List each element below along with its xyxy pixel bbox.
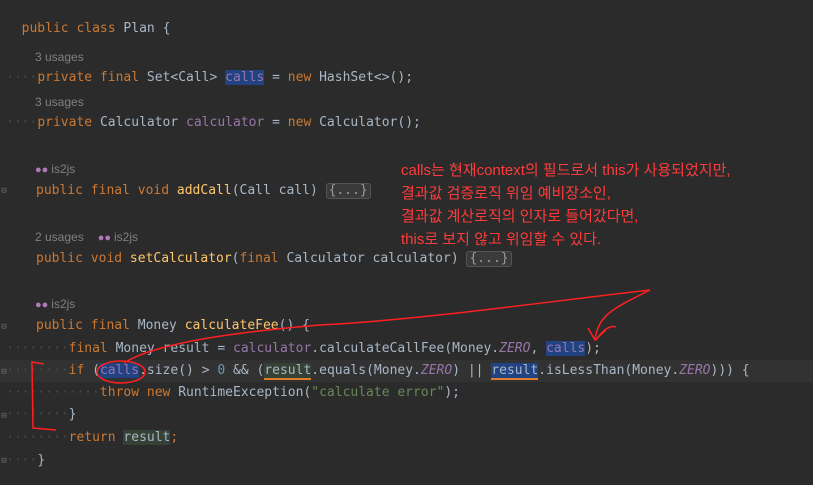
usages-hint[interactable]: 3 usages	[35, 49, 84, 65]
close-if-line[interactable]: ········}	[6, 406, 813, 424]
result-usage[interactable]: result	[264, 363, 312, 380]
if-line[interactable]: ········if (calls.size() > 0 && (result.…	[6, 362, 813, 380]
author-hint[interactable]: ●● is2js	[35, 296, 75, 312]
annotation-line-1: calls는 현재context의 필드로서 this가 사용되었지만,	[401, 162, 731, 179]
throw-line[interactable]: ············throw new RuntimeException("…	[6, 384, 813, 402]
calls-field[interactable]: calls	[225, 70, 265, 85]
usages-author-hint[interactable]: 2 usages ●● is2js	[35, 229, 138, 245]
calls-usage[interactable]: calls	[99, 363, 140, 378]
field-calculator-line[interactable]: ····private Calculator calculator = new …	[6, 114, 813, 132]
method-setCalculator-line[interactable]: public void setCalculator(final Calculat…	[6, 250, 813, 268]
result-usage[interactable]: result	[491, 363, 539, 380]
folded-body[interactable]: {...}	[325, 183, 371, 199]
annotation-line-2: 결과값 검증로직 위임 예비장소인,	[401, 185, 611, 202]
calls-usage[interactable]: calls	[546, 341, 586, 356]
class-declaration[interactable]: public class Plan {	[6, 2, 813, 36]
method-calculateFee-line[interactable]: public final Money calculateFee() {	[6, 317, 813, 335]
result-line[interactable]: ········final Money result = calculator.…	[6, 340, 813, 358]
user-icon: ●●	[35, 299, 49, 311]
usages-hint[interactable]: 3 usages	[35, 94, 84, 110]
annotation-line-4: this로 보지 않고 위임할 수 있다.	[401, 231, 602, 248]
return-line[interactable]: ········return result;	[6, 429, 813, 447]
close-method-line[interactable]: ····}	[6, 452, 813, 470]
annotation-line-3: 결과값 계산로직의 인자로 들어갔다면,	[401, 208, 639, 225]
user-icon: ●●	[35, 164, 49, 176]
folded-body[interactable]: {...}	[466, 251, 512, 267]
field-calls-line[interactable]: ····private final Set<Call> calls = new …	[6, 69, 813, 87]
user-icon: ●●	[97, 232, 111, 244]
author-hint[interactable]: ●● is2js	[35, 161, 75, 177]
